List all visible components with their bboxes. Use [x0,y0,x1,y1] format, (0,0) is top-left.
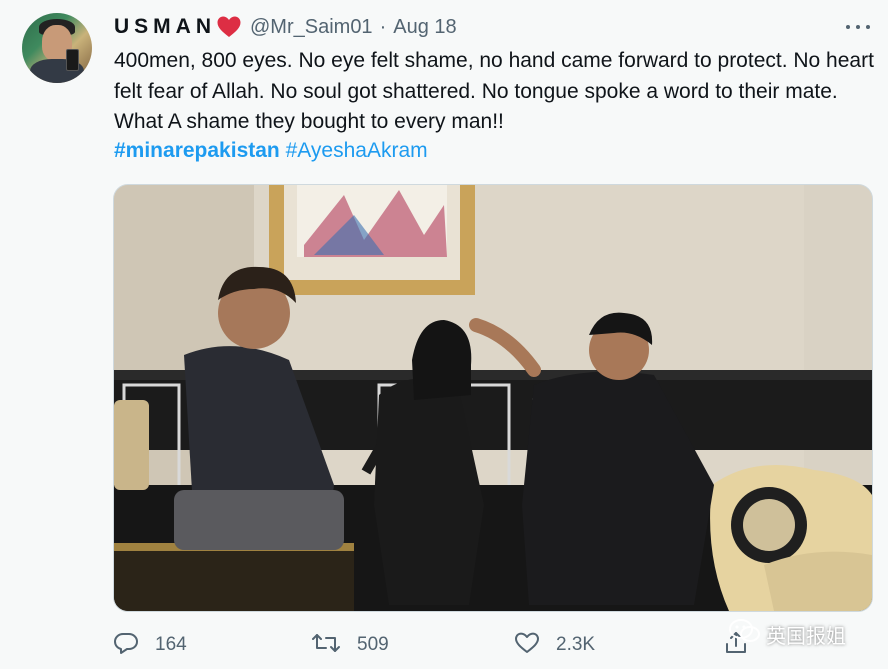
more-options-icon[interactable] [846,24,870,30]
like-count: 2.3K [556,634,596,655]
like-icon[interactable] [514,631,540,660]
like-action[interactable]: 2.3K [514,626,595,664]
tweet-text: 400men, 800 eyes. No eye felt shame, no … [114,49,874,133]
tweet-photo-scene [114,185,872,611]
watermark: 英国报姐 [728,618,846,650]
hashtag-line: #minarepakistan #AyeshaAkram [114,136,428,166]
avatar[interactable] [22,13,92,83]
retweet-action[interactable]: 509 [311,626,389,664]
tweet-date[interactable]: Aug 18 [393,16,456,39]
red-heart-emoji-icon [216,15,242,39]
reply-action[interactable]: 164 [113,626,187,664]
hashtag-ayeshaakram[interactable]: #AyeshaAkram [286,139,428,162]
avatar-phone [66,49,79,71]
wechat-icon [728,618,762,650]
retweet-count: 509 [357,634,389,655]
display-name[interactable]: USMAN [114,15,216,39]
reply-icon[interactable] [113,631,139,660]
retweet-icon[interactable] [311,631,341,660]
separator-dot: · [379,15,387,38]
reply-count: 164 [155,634,187,655]
watermark-text: 英国报姐 [766,625,846,648]
handle[interactable]: @Mr_Saim01 [250,16,373,39]
hashtag-minarepakistan[interactable]: #minarepakistan [114,139,280,162]
tweet-photo[interactable] [113,184,873,612]
tweet-header: USMAN @Mr_Saim01 · Aug 18 [114,14,457,40]
